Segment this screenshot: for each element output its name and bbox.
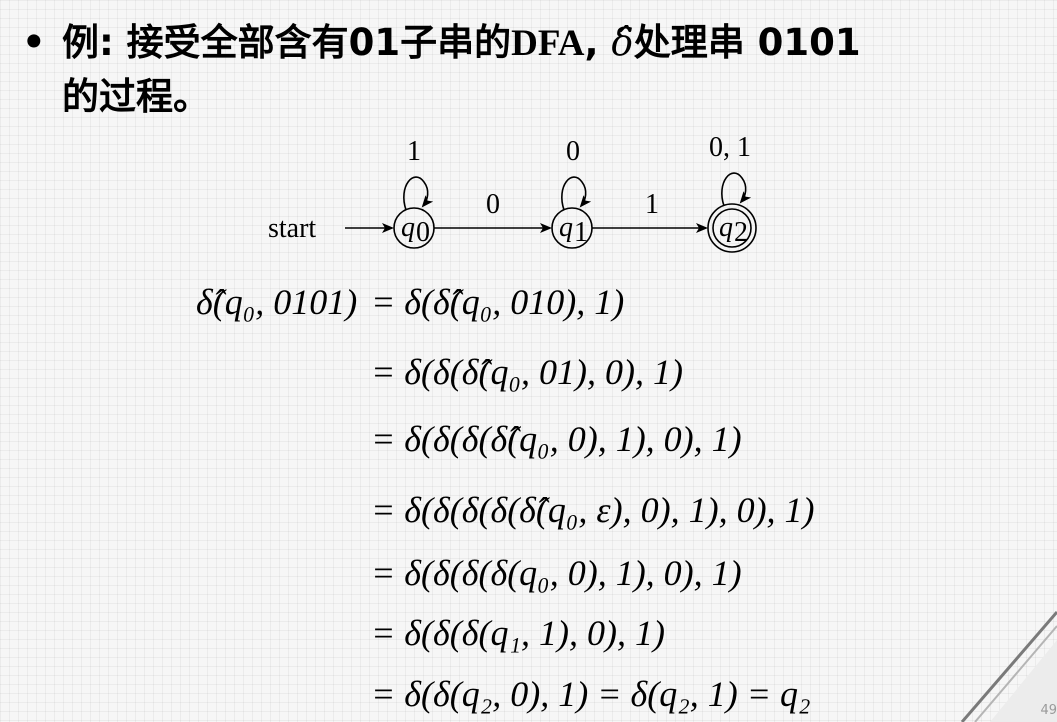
- derivation-step-2: = δ(δ(δ̂(q₀, 01), 0), 1): [371, 352, 683, 392]
- derivation-step-3: = δ(δ(δ(δ̂(q₀, 0), 1), 0), 1): [371, 419, 742, 459]
- derivation-step-1: = δ(δ̂(q₀, 010), 1): [371, 282, 624, 322]
- derivation-step-4: = δ(δ(δ(δ(δ̂(q₀, ε), 0), 1), 0), 1): [371, 490, 815, 530]
- page-number: 49: [1040, 703, 1057, 718]
- derivation-step-6: = δ(δ(δ(q₁, 1), 0), 1): [371, 613, 665, 653]
- derivation-lhs: δ̂(q₀, 0101): [196, 282, 357, 322]
- derivation: δ̂(q₀, 0101) = δ(δ̂(q₀, 010), 1) = δ(δ(δ…: [196, 282, 1057, 722]
- derivation-step-7: = δ(δ(q₂, 0), 1) = δ(q₂, 1) = q₂: [371, 674, 811, 714]
- derivation-step-5: = δ(δ(δ(δ(q₀, 0), 1), 0), 1): [371, 553, 742, 593]
